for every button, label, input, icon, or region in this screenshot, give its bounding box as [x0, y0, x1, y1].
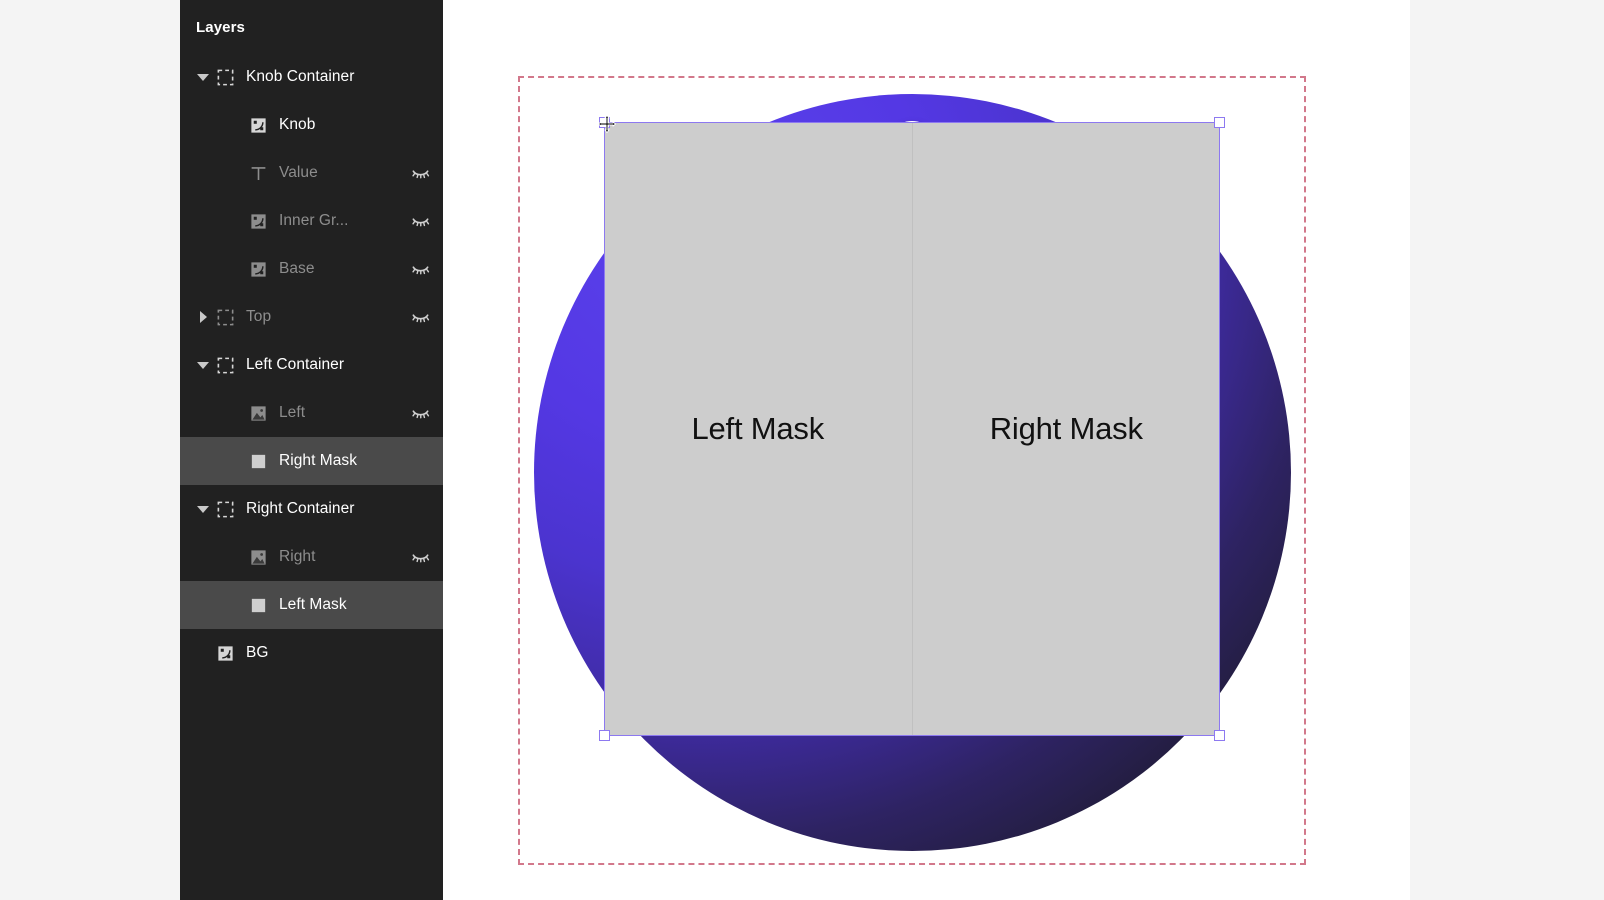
- chevron-down-icon: [197, 73, 209, 81]
- layer-name-label: Base: [279, 260, 315, 277]
- layer-row[interactable]: Knob Container: [180, 53, 443, 101]
- chevron-down-icon: [197, 361, 209, 369]
- eye-closed-icon[interactable]: [409, 306, 431, 328]
- frame-icon: [214, 498, 236, 520]
- text-icon: [247, 162, 269, 184]
- layer-row[interactable]: Inner Gr...: [180, 197, 443, 245]
- left-mask-half[interactable]: Left Mask: [604, 122, 912, 736]
- layer-row[interactable]: Top: [180, 293, 443, 341]
- right-mask-label: Right Mask: [989, 411, 1143, 446]
- image-icon: [247, 402, 269, 424]
- layers-panel-title: Layers: [196, 19, 245, 36]
- image-icon: [247, 546, 269, 568]
- layer-name-label: Knob Container: [246, 68, 355, 85]
- left-mask-label: Left Mask: [691, 411, 825, 446]
- layer-name-label: Knob: [279, 116, 316, 133]
- layer-name-label: Left Container: [246, 356, 345, 373]
- eye-closed-icon[interactable]: [409, 210, 431, 232]
- chevron-down-icon[interactable]: [192, 505, 214, 513]
- eye-closed-icon[interactable]: [409, 258, 431, 280]
- layer-name-label: Right: [279, 548, 316, 565]
- chevron-right-icon: [199, 311, 207, 323]
- layer-name-label: Top: [246, 308, 272, 325]
- layer-list: Knob Container Knob Value Inner Gr... Base To…: [180, 53, 443, 677]
- chevron-down-icon[interactable]: [192, 361, 214, 369]
- layer-name-label: Left Mask: [279, 596, 347, 613]
- layer-row[interactable]: Knob: [180, 101, 443, 149]
- component-icon: [247, 258, 269, 280]
- rect-icon: [247, 450, 269, 472]
- chevron-down-icon: [197, 505, 209, 513]
- component-icon: [247, 114, 269, 136]
- layer-name-label: Left: [279, 404, 306, 421]
- chevron-down-icon[interactable]: [192, 73, 214, 81]
- design-canvas[interactable]: Left Mask Right Mask: [443, 0, 1410, 900]
- layer-name-label: BG: [246, 644, 269, 661]
- eye-closed-icon[interactable]: [409, 402, 431, 424]
- component-icon: [247, 210, 269, 232]
- layer-row[interactable]: Left Container: [180, 341, 443, 389]
- layer-row[interactable]: Right: [180, 533, 443, 581]
- layer-row[interactable]: Base: [180, 245, 443, 293]
- frame-icon: [214, 306, 236, 328]
- frame-icon: [214, 354, 236, 376]
- layer-row[interactable]: BG: [180, 629, 443, 677]
- app-window: Layers Knob Container Knob Value Inner Gr..…: [0, 0, 1604, 900]
- eye-closed-icon[interactable]: [409, 546, 431, 568]
- layer-row[interactable]: Value: [180, 149, 443, 197]
- layer-name-label: Right Container: [246, 500, 355, 517]
- rect-icon: [247, 594, 269, 616]
- layer-row[interactable]: Left Mask: [180, 581, 443, 629]
- eye-closed-icon[interactable]: [409, 162, 431, 184]
- mask-rectangle[interactable]: Left Mask Right Mask: [604, 122, 1220, 736]
- layer-name-label: Right Mask: [279, 452, 358, 469]
- component-icon: [214, 642, 236, 664]
- layer-row[interactable]: Right Container: [180, 485, 443, 533]
- layers-panel: Layers Knob Container Knob Value Inner Gr..…: [180, 0, 443, 900]
- right-gutter: [1410, 0, 1604, 900]
- left-gutter: [0, 0, 180, 900]
- layer-row[interactable]: Left: [180, 389, 443, 437]
- layer-name-label: Value: [279, 164, 318, 181]
- right-mask-half[interactable]: Right Mask: [911, 122, 1221, 736]
- layer-name-label: Inner Gr...: [279, 212, 349, 229]
- frame-icon: [214, 66, 236, 88]
- layer-row[interactable]: Right Mask: [180, 437, 443, 485]
- chevron-right-icon[interactable]: [192, 311, 214, 323]
